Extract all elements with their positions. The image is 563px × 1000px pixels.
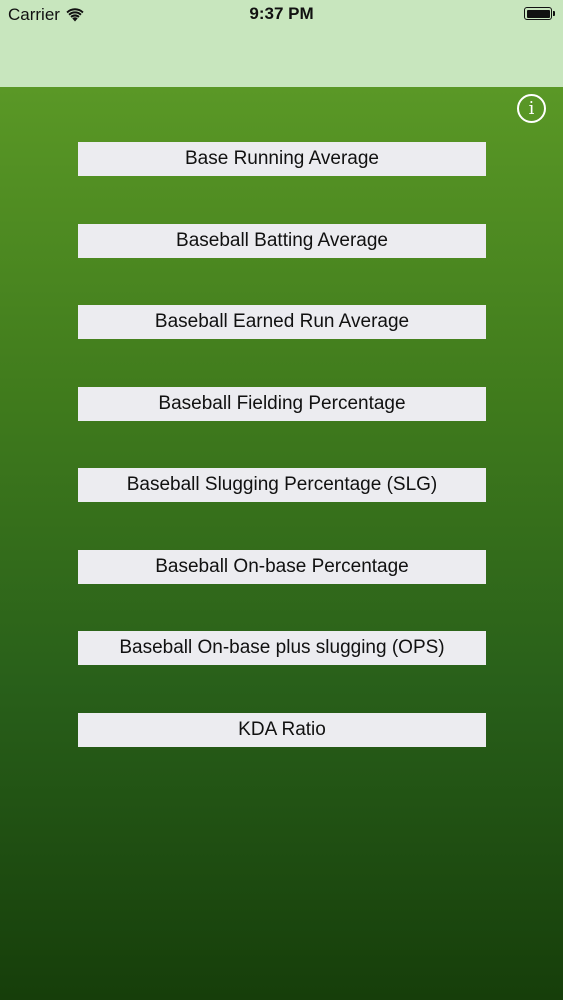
calculator-menu: Base Running Average Baseball Batting Av… — [78, 142, 486, 794]
batting-average-button[interactable]: Baseball Batting Average — [78, 223, 486, 258]
battery-fill — [526, 9, 550, 18]
status-time: 9:37 PM — [249, 4, 314, 23]
battery-tip — [553, 11, 555, 16]
battery-icon — [524, 7, 555, 20]
battery-body — [524, 7, 552, 20]
slugging-percentage-button[interactable]: Baseball Slugging Percentage (SLG) — [78, 468, 486, 502]
header-area: Carrier 9:37 PM — [0, 0, 563, 87]
info-icon[interactable]: i — [517, 94, 546, 123]
app-screen: Carrier 9:37 PM i Base Running Average B… — [0, 0, 563, 1000]
kda-ratio-button[interactable]: KDA Ratio — [78, 712, 486, 747]
status-bar: Carrier 9:37 PM — [0, 0, 563, 30]
on-base-percentage-button[interactable]: Baseball On-base Percentage — [78, 549, 486, 584]
ops-button[interactable]: Baseball On-base plus slugging (OPS) — [78, 631, 486, 665]
base-running-average-button[interactable]: Base Running Average — [78, 142, 486, 176]
main-content: i Base Running Average Baseball Batting … — [0, 87, 563, 1000]
fielding-percentage-button[interactable]: Baseball Fielding Percentage — [78, 386, 486, 421]
earned-run-average-button[interactable]: Baseball Earned Run Average — [78, 305, 486, 339]
